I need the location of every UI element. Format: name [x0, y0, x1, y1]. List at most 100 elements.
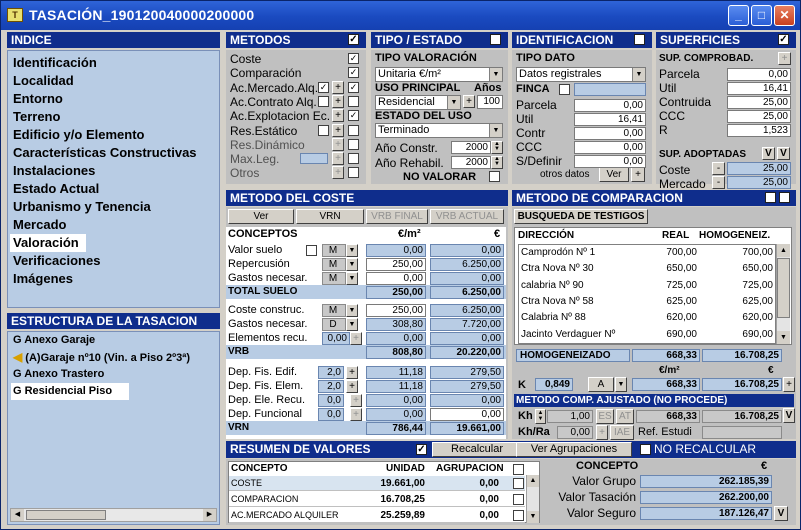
indice-item[interactable]: Instalaciones — [8, 162, 219, 180]
coste-row-m2[interactable]: 0,00 — [366, 244, 426, 257]
sup-row-value[interactable]: 25,00 — [727, 110, 791, 123]
tree-item-garaje[interactable]: ◀ (A)Garaje nº10 (Vin. a Piso 2º3ª) — [8, 349, 219, 366]
title-bar[interactable]: T TASACIÓN_190120040000200000 _ □ ✕ — [1, 1, 800, 30]
ident-row-value[interactable]: 0,00 — [574, 155, 646, 168]
indice-item[interactable]: Valoración — [10, 234, 86, 252]
ident-row-value[interactable]: 0,00 — [574, 141, 646, 154]
chevron-down-icon[interactable]: ▼ — [346, 318, 358, 331]
otros-datos-add-button[interactable]: + — [631, 167, 645, 182]
sup-v-button-2[interactable]: V — [777, 147, 790, 160]
coste-row-add[interactable]: + — [350, 394, 362, 407]
scroll-right-icon[interactable]: ▶ — [203, 509, 216, 521]
uso-principal-select[interactable]: Residencial ▼ — [375, 95, 461, 110]
tree-hscrollbar[interactable]: ◀ ▶ — [10, 508, 217, 522]
metodo-sub-check[interactable] — [318, 95, 329, 107]
coste-row-m2[interactable]: 11,18 — [366, 380, 426, 393]
ano-rehab-input[interactable]: 2000 — [451, 156, 491, 169]
scroll-down-icon[interactable]: ▼ — [777, 331, 790, 344]
indice-item[interactable]: Mercado — [8, 216, 219, 234]
ident-row-value[interactable]: 0,00 — [574, 127, 646, 140]
testigo-direccion[interactable]: Ctra Nova Nº 58 — [521, 296, 594, 307]
metodo-checkbox[interactable] — [348, 138, 359, 150]
coste-row-m2[interactable]: 0,00 — [366, 332, 426, 345]
metodo-checkbox[interactable]: ✓ — [348, 81, 359, 93]
coste-row-m2[interactable]: 11,18 — [366, 366, 426, 379]
at-button[interactable]: AT — [616, 409, 634, 424]
tipo-header-check[interactable] — [490, 34, 501, 45]
metodo-checkbox[interactable]: ✓ — [348, 53, 359, 64]
no-recalcular-checkbox[interactable] — [640, 444, 651, 455]
resumen-check[interactable]: ✓ — [416, 444, 427, 455]
anos-input[interactable]: 100 — [477, 95, 503, 109]
indice-item[interactable]: Verificaciones — [8, 252, 219, 270]
minimize-button[interactable]: _ — [728, 5, 749, 26]
finca-checkbox[interactable] — [559, 84, 570, 95]
es-button[interactable]: ES — [596, 409, 614, 424]
ver-agrupaciones-button[interactable]: Ver Agrupaciones — [516, 442, 632, 457]
coste-vrb-final-button[interactable]: VRB FINAL — [366, 209, 428, 224]
metodo-add-button[interactable]: + — [332, 152, 344, 166]
coste-row-add[interactable]: + — [350, 408, 362, 421]
metodo-sub-check[interactable]: ✓ — [318, 81, 329, 93]
indice-item[interactable]: Edificio y/o Elemento — [8, 126, 219, 144]
indice-item[interactable]: Urbanismo y Tenencia — [8, 198, 219, 216]
testigo-direccion[interactable]: Calabria Nº 88 — [521, 312, 586, 323]
kh-spinner[interactable]: ▲ ▼ — [535, 409, 546, 424]
metodo-checkbox[interactable] — [348, 167, 359, 179]
coste-row-mode[interactable]: M — [322, 258, 346, 271]
testigos-vscrollbar[interactable]: ▲ ▼ — [776, 244, 790, 344]
scroll-left-icon[interactable]: ◀ — [11, 509, 24, 521]
sup-mercado-field[interactable]: 25,00 — [727, 176, 791, 189]
maximize-button[interactable]: □ — [751, 5, 772, 26]
chevron-down-icon[interactable]: ▼ — [346, 272, 358, 285]
coste-ver-button[interactable]: Ver — [228, 209, 294, 224]
estado-uso-select[interactable]: Terminado ▼ — [375, 123, 503, 138]
resumen-h-check[interactable] — [513, 464, 524, 475]
ident-header-check[interactable] — [634, 34, 645, 45]
metodo-sub-check[interactable] — [318, 124, 329, 136]
indice-item[interactable]: Imágenes — [8, 270, 219, 288]
otros-datos-ver-button[interactable]: Ver — [599, 167, 629, 182]
indice-item[interactable]: Terreno — [8, 108, 219, 126]
coste-row-mode[interactable]: M — [322, 304, 346, 317]
close-button[interactable]: ✕ — [774, 5, 795, 26]
metodo-add-button[interactable]: + — [332, 109, 344, 123]
indice-item[interactable]: Entorno — [8, 90, 219, 108]
metodo-checkbox[interactable] — [348, 153, 359, 165]
metodo-add-button[interactable]: + — [332, 137, 344, 151]
max-leg-field[interactable] — [300, 153, 328, 165]
metodo-add-button[interactable]: + — [332, 123, 344, 137]
coste-vrb-actual-button[interactable]: VRB ACTUAL — [430, 209, 504, 224]
coste-row-m2[interactable]: 0,00 — [366, 394, 426, 407]
finca-field[interactable] — [574, 83, 646, 96]
metodo-add-button[interactable]: + — [332, 94, 344, 108]
testigo-direccion[interactable]: Ctra Nova Nº 30 — [521, 263, 594, 274]
tipo-valoracion-select[interactable]: Unitaria €/m² ▼ — [375, 67, 503, 82]
chevron-down-icon[interactable]: ▼ — [346, 258, 358, 271]
scroll-thumb[interactable] — [777, 258, 790, 318]
indice-item[interactable]: Características Constructivas — [8, 144, 219, 162]
resumen-row-check[interactable] — [513, 478, 524, 489]
ident-row-value[interactable]: 0,00 — [574, 99, 646, 112]
coste-row-add[interactable]: + — [350, 332, 362, 345]
coste-row-m2[interactable]: 0,00 — [366, 408, 426, 421]
metodo-checkbox[interactable]: ✓ — [348, 67, 359, 79]
coste-row-mode[interactable]: M — [322, 244, 346, 257]
coste-row-mode[interactable]: D — [322, 318, 346, 331]
coste-row-m2[interactable]: 250,00 — [366, 258, 426, 271]
coste-row-add[interactable]: + — [346, 380, 358, 393]
k-a-select[interactable]: A — [588, 377, 614, 392]
coste-row-m2[interactable]: 0,00 — [366, 272, 426, 285]
indice-item[interactable]: Estado Actual — [8, 180, 219, 198]
coste-row-mode[interactable]: 0,0 — [318, 408, 344, 421]
ref-estudi-field[interactable] — [702, 426, 782, 439]
coste-row-mode[interactable]: 0,00 — [322, 332, 350, 345]
scroll-up-icon[interactable]: ▲ — [527, 475, 539, 487]
testigo-direccion[interactable]: Jacinto Verdaguer Nº — [521, 329, 615, 340]
resumen-row-check[interactable] — [513, 494, 524, 505]
coste-row-mode[interactable]: 2,0 — [318, 380, 344, 393]
tree-item-residencial-piso[interactable]: G Residencial Piso — [11, 383, 129, 400]
indice-item[interactable]: Localidad — [8, 72, 219, 90]
sup-coste-minus[interactable]: - — [712, 162, 725, 175]
testigo-direccion[interactable]: Camprodón Nº 1 — [521, 247, 595, 258]
